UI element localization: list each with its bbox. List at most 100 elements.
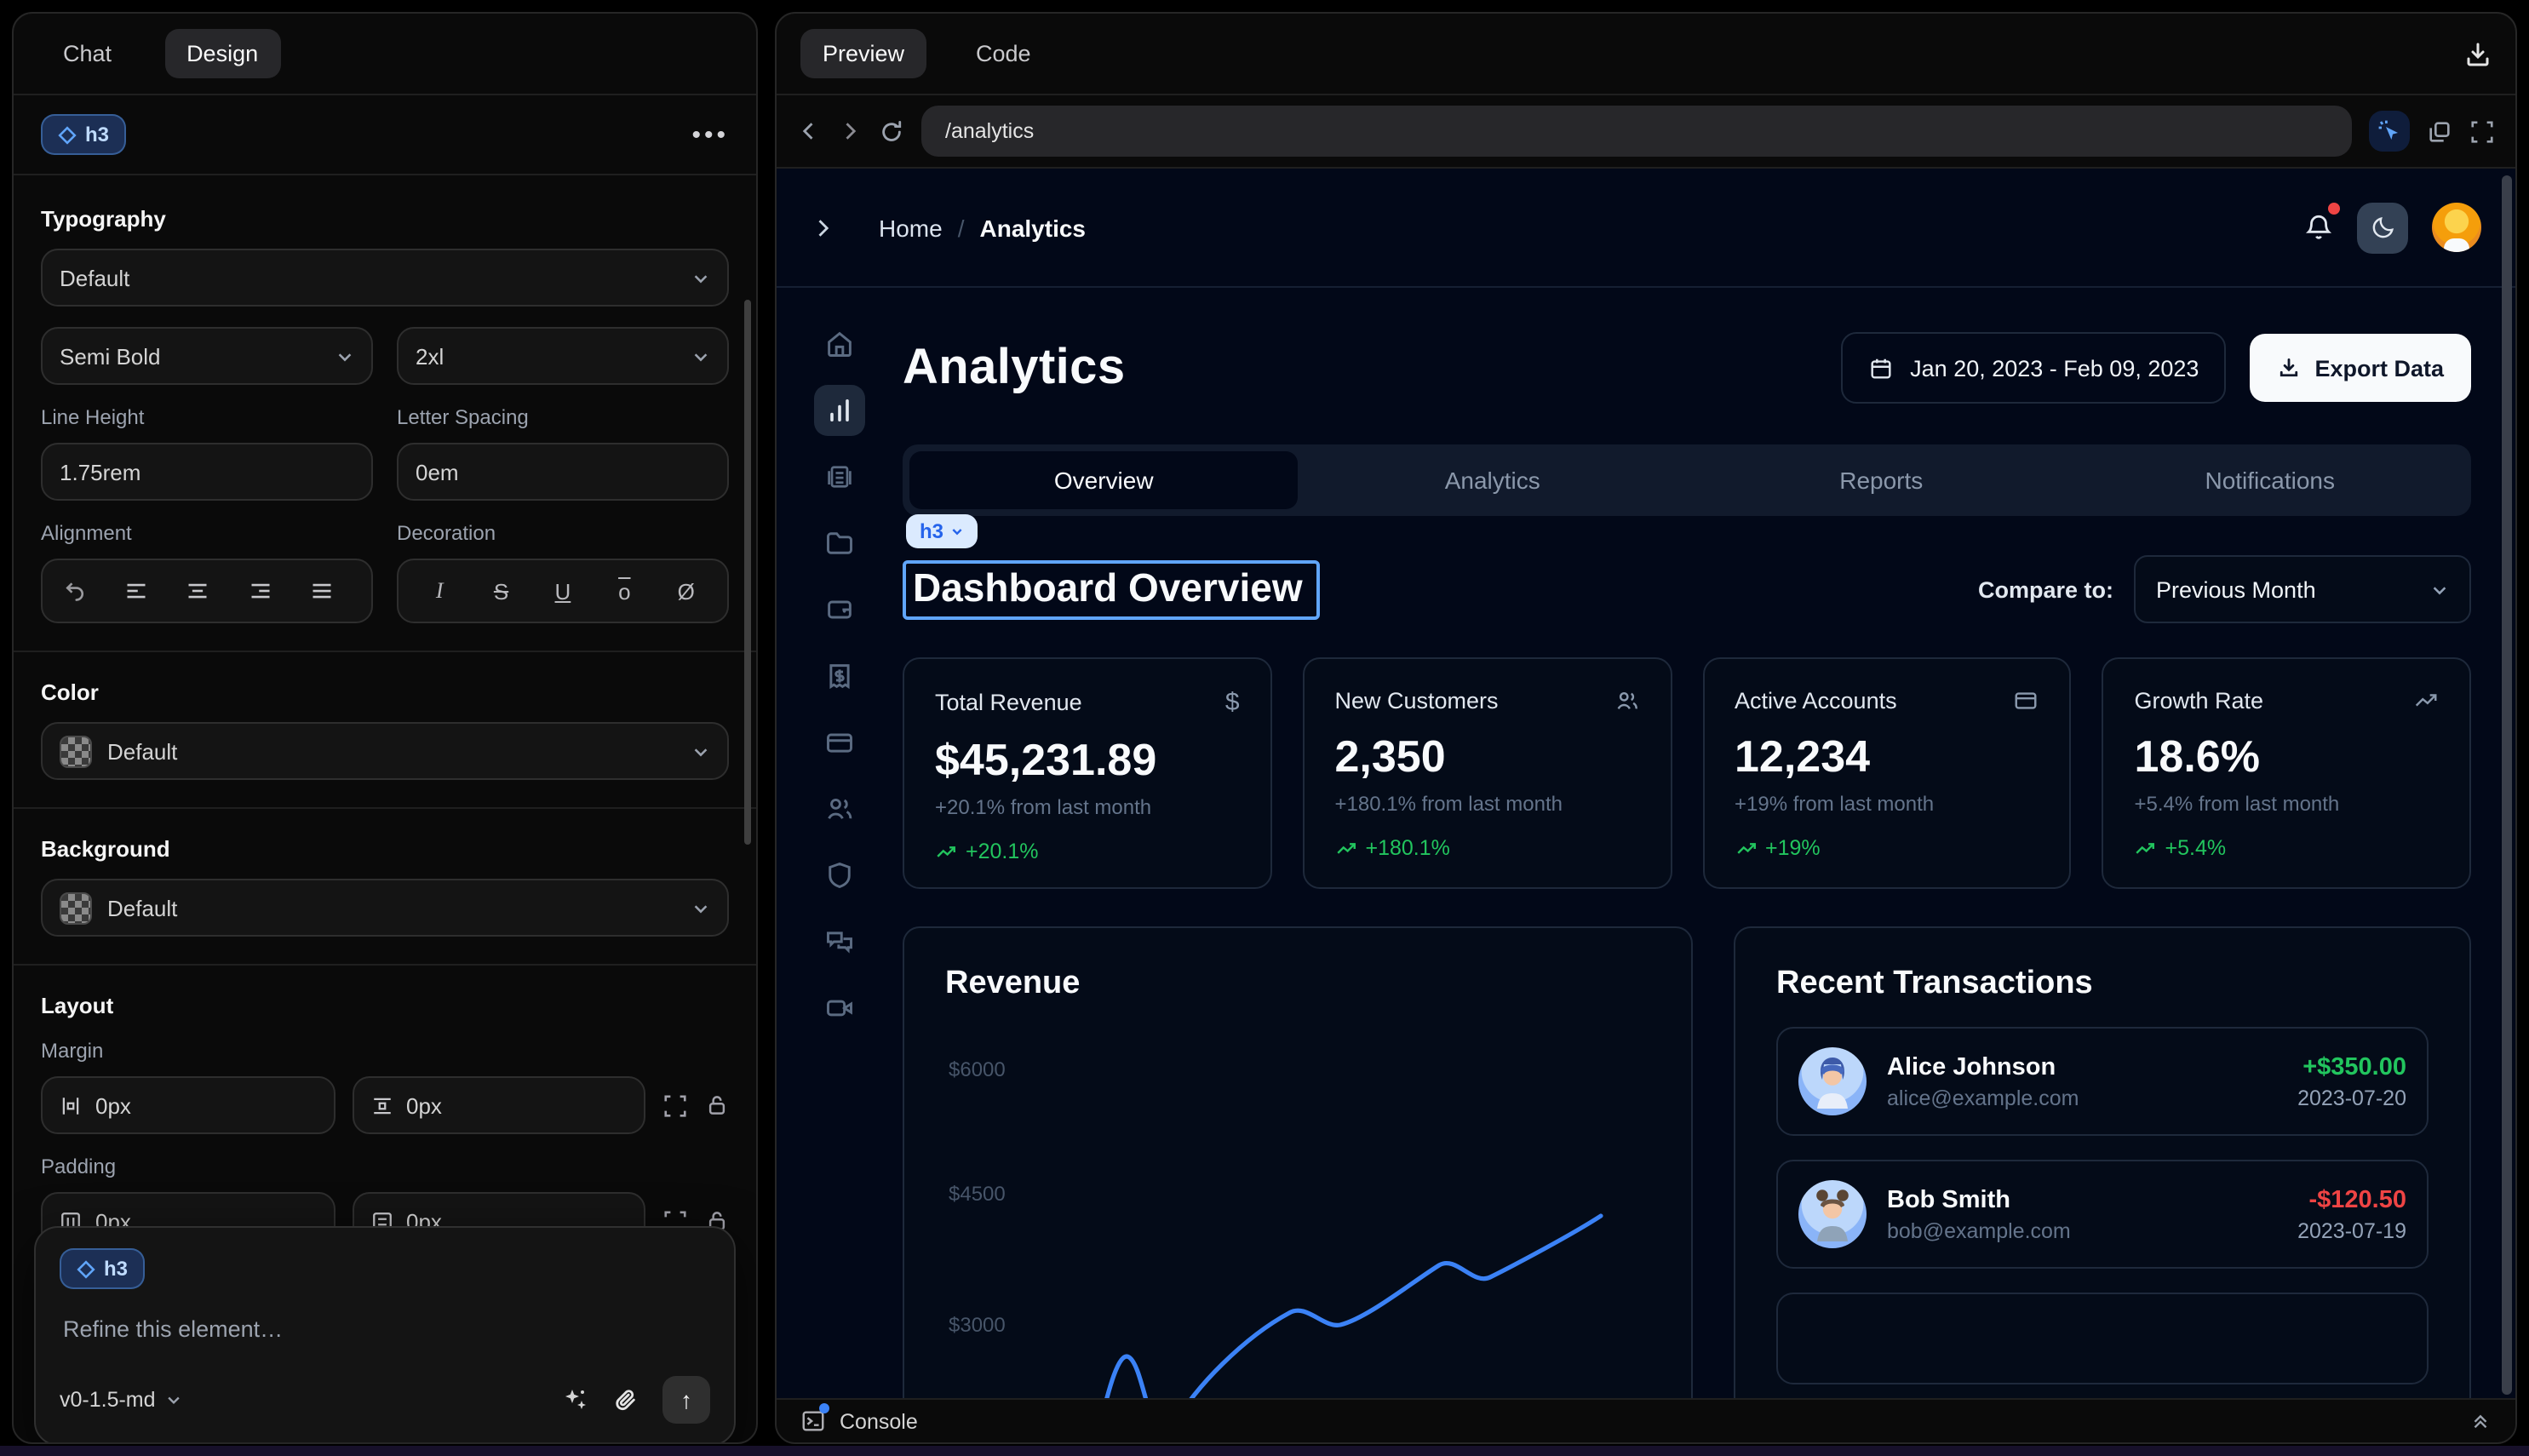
font-size-select[interactable]: 2xl bbox=[397, 327, 729, 385]
tab-notifications[interactable]: Notifications bbox=[2076, 451, 2465, 509]
design-controls: Typography Default Semi Bold 2xl Line He… bbox=[14, 175, 756, 1250]
transaction-row[interactable]: Alice Johnson alice@example.com +$350.00… bbox=[1776, 1027, 2429, 1136]
sidebar-item-cards[interactable] bbox=[814, 717, 865, 768]
sparkles-icon[interactable] bbox=[562, 1386, 589, 1413]
italic-icon[interactable]: I bbox=[419, 577, 460, 605]
sidebar-item-security[interactable] bbox=[814, 850, 865, 901]
console-bar[interactable]: Console bbox=[777, 1398, 2515, 1442]
compare-select[interactable]: Previous Month bbox=[2134, 555, 2471, 623]
refine-composer[interactable]: h3 Refine this element… v0-1.5-md ↑ bbox=[34, 1226, 736, 1444]
theme-toggle-button[interactable] bbox=[2357, 202, 2408, 253]
no-decoration-icon[interactable]: Ø bbox=[666, 578, 707, 604]
export-data-button[interactable]: Export Data bbox=[2250, 334, 2471, 402]
tab-reports[interactable]: Reports bbox=[1687, 451, 2076, 509]
margin-expand-icon[interactable] bbox=[662, 1092, 688, 1118]
notifications-bell-icon[interactable] bbox=[2304, 213, 2333, 242]
console-label: Console bbox=[840, 1409, 918, 1433]
revenue-line-chart bbox=[918, 1010, 1684, 1398]
transaction-amount: -$120.50 bbox=[2297, 1186, 2406, 1213]
tab-preview[interactable]: Preview bbox=[800, 29, 926, 78]
tab-overview[interactable]: Overview bbox=[909, 451, 1299, 509]
stat-title: Active Accounts bbox=[1735, 688, 1897, 714]
font-weight-value: Semi Bold bbox=[60, 343, 161, 369]
breadcrumb-separator: / bbox=[958, 214, 965, 241]
overline-icon[interactable]: o bbox=[604, 578, 645, 604]
left-panel-scrollbar[interactable] bbox=[744, 300, 751, 845]
background-select[interactable]: Default bbox=[41, 879, 729, 937]
line-height-input[interactable]: 1.75rem bbox=[41, 443, 373, 501]
app-header: Home / Analytics bbox=[777, 169, 2515, 288]
align-center-icon[interactable] bbox=[186, 579, 227, 603]
forward-icon[interactable] bbox=[838, 119, 862, 143]
more-options-icon[interactable]: ••• bbox=[691, 120, 729, 149]
transactions-title: Recent Transactions bbox=[1776, 966, 2429, 1003]
align-right-icon[interactable] bbox=[248, 579, 289, 603]
sidebar-item-wallet[interactable] bbox=[814, 584, 865, 635]
color-select[interactable]: Default bbox=[41, 722, 729, 780]
trending-up-icon bbox=[935, 840, 957, 863]
strikethrough-icon[interactable]: S bbox=[481, 578, 522, 604]
console-expand-icon[interactable] bbox=[2469, 1410, 2492, 1432]
stat-cards: Total Revenue$ $45,231.89 +20.1% from la… bbox=[903, 657, 2471, 889]
align-justify-icon[interactable] bbox=[310, 579, 351, 603]
tab-chat[interactable]: Chat bbox=[41, 29, 134, 78]
date-range-value: Jan 20, 2023 - Feb 09, 2023 bbox=[1910, 355, 2199, 381]
avatar bbox=[1798, 1180, 1867, 1248]
sidebar-item-files[interactable] bbox=[814, 518, 865, 569]
date-range-button[interactable]: Jan 20, 2023 - Feb 09, 2023 bbox=[1840, 332, 2226, 404]
sidebar-item-home[interactable] bbox=[814, 318, 865, 370]
chevron-down-icon bbox=[335, 347, 354, 365]
download-icon[interactable] bbox=[2464, 40, 2492, 67]
margin-x-input[interactable]: 0px bbox=[41, 1076, 335, 1134]
select-element-icon[interactable] bbox=[2369, 111, 2410, 152]
sidebar-item-invoices[interactable] bbox=[814, 451, 865, 502]
font-size-value: 2xl bbox=[416, 343, 444, 369]
stat-sub: +20.1% from last month bbox=[935, 795, 1240, 819]
refresh-icon[interactable] bbox=[879, 118, 904, 144]
composer-element-chip[interactable]: h3 bbox=[60, 1248, 145, 1289]
tab-analytics[interactable]: Analytics bbox=[1299, 451, 1688, 509]
preview-scrollbar[interactable] bbox=[2502, 175, 2512, 1395]
element-tag-label: h3 bbox=[920, 519, 943, 543]
margin-lock-icon[interactable] bbox=[705, 1093, 729, 1117]
undo-icon[interactable] bbox=[63, 579, 104, 603]
console-activity-dot bbox=[819, 1403, 829, 1413]
download-icon bbox=[2277, 356, 2301, 380]
users-icon bbox=[1614, 688, 1639, 714]
copy-icon[interactable] bbox=[2427, 118, 2452, 144]
attach-icon[interactable] bbox=[613, 1387, 639, 1413]
color-swatch-icon bbox=[60, 735, 92, 767]
align-left-icon[interactable] bbox=[125, 579, 166, 603]
transaction-email: alice@example.com bbox=[1887, 1086, 2277, 1109]
sidebar-item-users[interactable] bbox=[814, 783, 865, 834]
element-tag-chip[interactable]: h3 bbox=[906, 514, 978, 548]
stat-sub: +5.4% from last month bbox=[2135, 792, 2440, 816]
font-select[interactable]: Default bbox=[41, 249, 729, 307]
transaction-row[interactable]: Bob Smith bob@example.com -$120.50 2023-… bbox=[1776, 1160, 2429, 1269]
url-bar[interactable]: /analytics bbox=[921, 106, 2352, 157]
stat-sub: +180.1% from last month bbox=[1335, 792, 1640, 816]
sidebar-item-receipts[interactable] bbox=[814, 651, 865, 702]
model-selector[interactable]: v0-1.5-md bbox=[60, 1388, 183, 1412]
transaction-row-partial[interactable] bbox=[1776, 1293, 2429, 1384]
tab-design[interactable]: Design bbox=[164, 29, 280, 78]
margin-y-input[interactable]: 0px bbox=[352, 1076, 645, 1134]
letter-spacing-input[interactable]: 0em bbox=[397, 443, 729, 501]
underline-icon[interactable]: U bbox=[542, 578, 583, 604]
selected-element-chip[interactable]: h3 bbox=[41, 114, 126, 155]
breadcrumb-home[interactable]: Home bbox=[879, 214, 943, 241]
moon-icon bbox=[2370, 215, 2395, 240]
sidebar-item-messages[interactable] bbox=[814, 916, 865, 967]
fullscreen-icon[interactable] bbox=[2469, 118, 2495, 144]
font-weight-select[interactable]: Semi Bold bbox=[41, 327, 373, 385]
margin-x-value: 0px bbox=[95, 1092, 131, 1118]
sidebar-item-analytics[interactable] bbox=[814, 385, 865, 436]
sidebar-toggle-icon[interactable] bbox=[811, 215, 834, 239]
composer-chip-label: h3 bbox=[104, 1257, 128, 1281]
sidebar-item-video[interactable] bbox=[814, 983, 865, 1034]
send-button[interactable]: ↑ bbox=[662, 1376, 710, 1424]
composer-input[interactable]: Refine this element… bbox=[63, 1316, 707, 1342]
user-avatar[interactable] bbox=[2432, 203, 2481, 252]
tab-code[interactable]: Code bbox=[954, 29, 1053, 78]
back-icon[interactable] bbox=[797, 119, 821, 143]
